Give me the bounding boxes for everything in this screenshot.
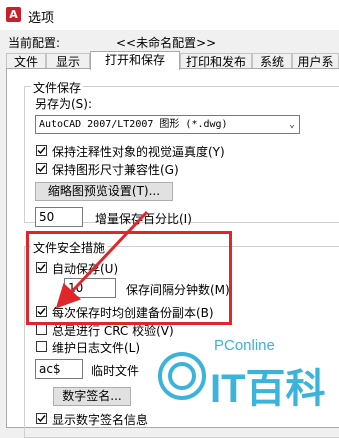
watermark-logo-text: IT百科	[210, 367, 326, 411]
pconline-logo-icon: PConline IT百科	[158, 337, 326, 411]
tab-open-save[interactable]: 打开和保存	[90, 51, 180, 70]
watermark-brand: PConline	[214, 337, 275, 354]
pconline-watermark: PConline IT百科	[152, 330, 339, 421]
